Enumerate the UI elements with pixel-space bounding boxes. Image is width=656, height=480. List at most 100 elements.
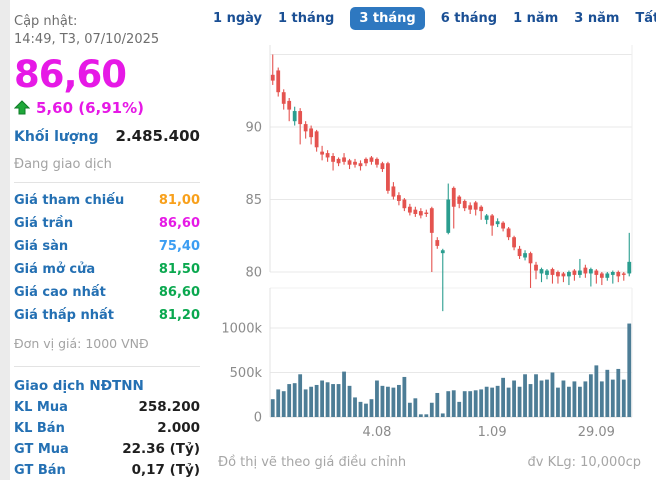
candle-body xyxy=(392,186,396,196)
candle-body xyxy=(413,210,417,214)
candle-body xyxy=(452,188,456,207)
candle-body xyxy=(583,268,587,274)
candle-body xyxy=(315,131,319,147)
volume-bar xyxy=(567,387,571,417)
stock-chart-widget: Cập nhật: 14:49, T3, 07/10/2025 86,60 5,… xyxy=(0,0,656,480)
volume-bar xyxy=(496,386,500,417)
candle-body xyxy=(402,200,406,209)
volume-bar xyxy=(320,381,324,417)
candle-body xyxy=(562,273,566,276)
volume-bar xyxy=(529,384,533,417)
volume-bar xyxy=(402,377,406,417)
volume-bar xyxy=(583,381,587,417)
candle-body xyxy=(463,201,467,208)
volume-bar xyxy=(540,381,544,417)
volume-bar xyxy=(479,389,483,417)
candle-body xyxy=(468,205,472,209)
volume-bar xyxy=(474,390,478,417)
candle-body xyxy=(589,269,593,273)
candle-body xyxy=(276,70,280,92)
volume-bar xyxy=(370,399,374,417)
candle-body xyxy=(446,200,450,233)
price-axis-tick: 85 xyxy=(245,193,262,208)
volume-bar xyxy=(276,389,280,417)
candle-body xyxy=(375,159,379,165)
volume-bar xyxy=(627,324,631,417)
volume-axis-tick: 0 xyxy=(254,411,262,426)
price-axis-tick: 90 xyxy=(245,121,262,136)
candle-body xyxy=(408,207,412,213)
volume-bar xyxy=(315,385,319,417)
candle-body xyxy=(605,273,609,277)
volume-bar xyxy=(446,391,450,417)
volume-bar xyxy=(501,378,505,417)
volume-bar xyxy=(578,387,582,417)
volume-bar xyxy=(375,381,379,417)
candle-body xyxy=(518,249,522,256)
volume-bar xyxy=(594,365,598,417)
volume-bar xyxy=(348,386,352,417)
candle-body xyxy=(474,202,478,209)
volume-bar xyxy=(441,413,445,417)
volume-bar xyxy=(331,384,335,417)
volume-bar xyxy=(611,380,615,417)
candle-body xyxy=(556,272,560,276)
candle-body xyxy=(430,208,434,233)
candle-body xyxy=(573,271,577,275)
candle-body xyxy=(298,111,302,124)
candle-body xyxy=(479,207,483,211)
volume-bar xyxy=(353,397,357,417)
volume-bar xyxy=(337,384,341,417)
volume-bar xyxy=(430,403,434,417)
volume-bar xyxy=(342,372,346,417)
price-axis-tick: 80 xyxy=(245,266,262,281)
volume-bar xyxy=(605,370,609,417)
candle-body xyxy=(523,253,527,257)
candle-body xyxy=(567,272,571,276)
volume-bar xyxy=(523,374,527,417)
volume-axis-tick: 1000k xyxy=(221,322,262,337)
candle-body xyxy=(600,273,604,277)
volume-bar xyxy=(359,402,363,417)
volume-bar xyxy=(424,414,428,417)
volume-bar xyxy=(381,386,385,417)
volume-bar xyxy=(435,393,439,417)
candle-body xyxy=(529,253,533,263)
volume-bar xyxy=(309,387,313,417)
candle-body xyxy=(342,157,346,161)
volume-bar xyxy=(452,390,456,417)
volume-bar xyxy=(293,383,297,417)
volume-bar xyxy=(397,385,401,417)
candle-body xyxy=(534,265,538,271)
volume-bar xyxy=(556,388,560,417)
volume-bar xyxy=(485,387,489,417)
volume-bar xyxy=(413,398,417,417)
candle-body xyxy=(594,271,598,275)
candle-body xyxy=(507,229,511,238)
candle-body xyxy=(359,163,363,166)
price-volume-chart[interactable]: 9085801000k500k04.081.0929.09 xyxy=(0,0,656,480)
candle-body xyxy=(419,211,423,215)
candle-body xyxy=(435,240,439,246)
candle-body xyxy=(424,213,428,214)
volume-axis-tick: 500k xyxy=(230,366,263,381)
candle-body xyxy=(386,163,390,191)
volume-bar xyxy=(386,387,390,417)
volume-bar xyxy=(364,404,368,417)
volume-bar xyxy=(298,374,302,417)
volume-bar xyxy=(457,402,461,417)
volume-bar xyxy=(545,380,549,417)
candle-body xyxy=(348,160,352,164)
volume-bar xyxy=(282,391,286,417)
volume-bar xyxy=(507,388,511,417)
volume-bar xyxy=(463,391,467,417)
candle-body xyxy=(545,271,549,275)
volume-bar xyxy=(419,414,423,417)
volume-bar xyxy=(562,381,566,417)
volume-bar xyxy=(534,374,538,417)
x-axis-tick: 29.09 xyxy=(578,425,615,440)
candle-body xyxy=(627,262,631,274)
volume-bar xyxy=(392,388,396,417)
candle-body xyxy=(353,162,357,165)
volume-bar xyxy=(468,391,472,417)
